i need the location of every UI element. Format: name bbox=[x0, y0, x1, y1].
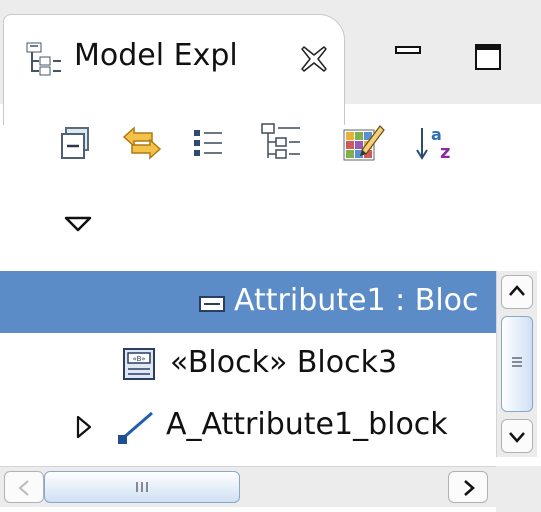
svg-text:«B»: «B» bbox=[132, 355, 145, 363]
tree-item-label: A_Attribute1_block bbox=[166, 407, 448, 442]
chevron-down-icon bbox=[509, 432, 525, 443]
tree-item[interactable]: Attribute1 : Bloc bbox=[0, 271, 496, 333]
expand-arrow-icon[interactable] bbox=[72, 413, 96, 441]
scroll-up-button[interactable] bbox=[501, 275, 533, 309]
model-tree[interactable]: Attribute1 : Bloc «B» «Block» Block3 A_A… bbox=[0, 271, 496, 457]
association-icon bbox=[118, 411, 153, 444]
grip-icon bbox=[512, 357, 522, 367]
collapse-all-icon[interactable] bbox=[56, 120, 102, 166]
vertical-scrollbar[interactable] bbox=[496, 271, 537, 457]
svg-text:z: z bbox=[440, 142, 450, 163]
vertical-scroll-thumb[interactable] bbox=[501, 316, 533, 412]
horizontal-scroll-thumb[interactable] bbox=[44, 471, 240, 503]
chevron-up-icon bbox=[509, 285, 525, 296]
link-with-editor-icon[interactable] bbox=[120, 120, 166, 166]
tree-item-label: «Block» Block3 bbox=[170, 345, 398, 380]
horizontal-scrollbar[interactable] bbox=[0, 466, 496, 507]
chevron-left-icon bbox=[18, 480, 29, 496]
attribute-icon bbox=[199, 296, 225, 312]
close-icon[interactable] bbox=[300, 45, 328, 73]
scrollbar-corner bbox=[496, 466, 541, 512]
sort-alphabetically-icon[interactable]: a z bbox=[414, 120, 460, 166]
scroll-right-button[interactable] bbox=[448, 471, 488, 503]
chevron-right-icon bbox=[464, 480, 475, 496]
hierarchical-tree-icon[interactable] bbox=[258, 120, 304, 166]
flat-list-icon[interactable] bbox=[186, 120, 232, 166]
maximize-icon[interactable] bbox=[468, 37, 508, 77]
tree-item[interactable]: A_Attribute1_block bbox=[0, 395, 496, 457]
block-icon: «B» bbox=[123, 348, 155, 380]
model-explorer-view: Model Expl a z Attribute1: Bloc «B» «Bl… bbox=[0, 0, 541, 512]
view-title: Model Expl bbox=[74, 38, 238, 73]
minimize-icon[interactable] bbox=[388, 37, 428, 77]
model-explorer-icon bbox=[26, 42, 61, 76]
tree-item-label: Attribute1 : Bloc bbox=[234, 283, 479, 318]
scroll-down-button[interactable] bbox=[501, 419, 533, 453]
scroll-left-button[interactable] bbox=[4, 471, 44, 503]
grip-icon bbox=[136, 482, 148, 492]
customize-view-icon[interactable] bbox=[340, 120, 386, 166]
view-menu-icon[interactable] bbox=[58, 206, 98, 246]
tree-item[interactable]: «B» «Block» Block3 bbox=[0, 333, 496, 395]
